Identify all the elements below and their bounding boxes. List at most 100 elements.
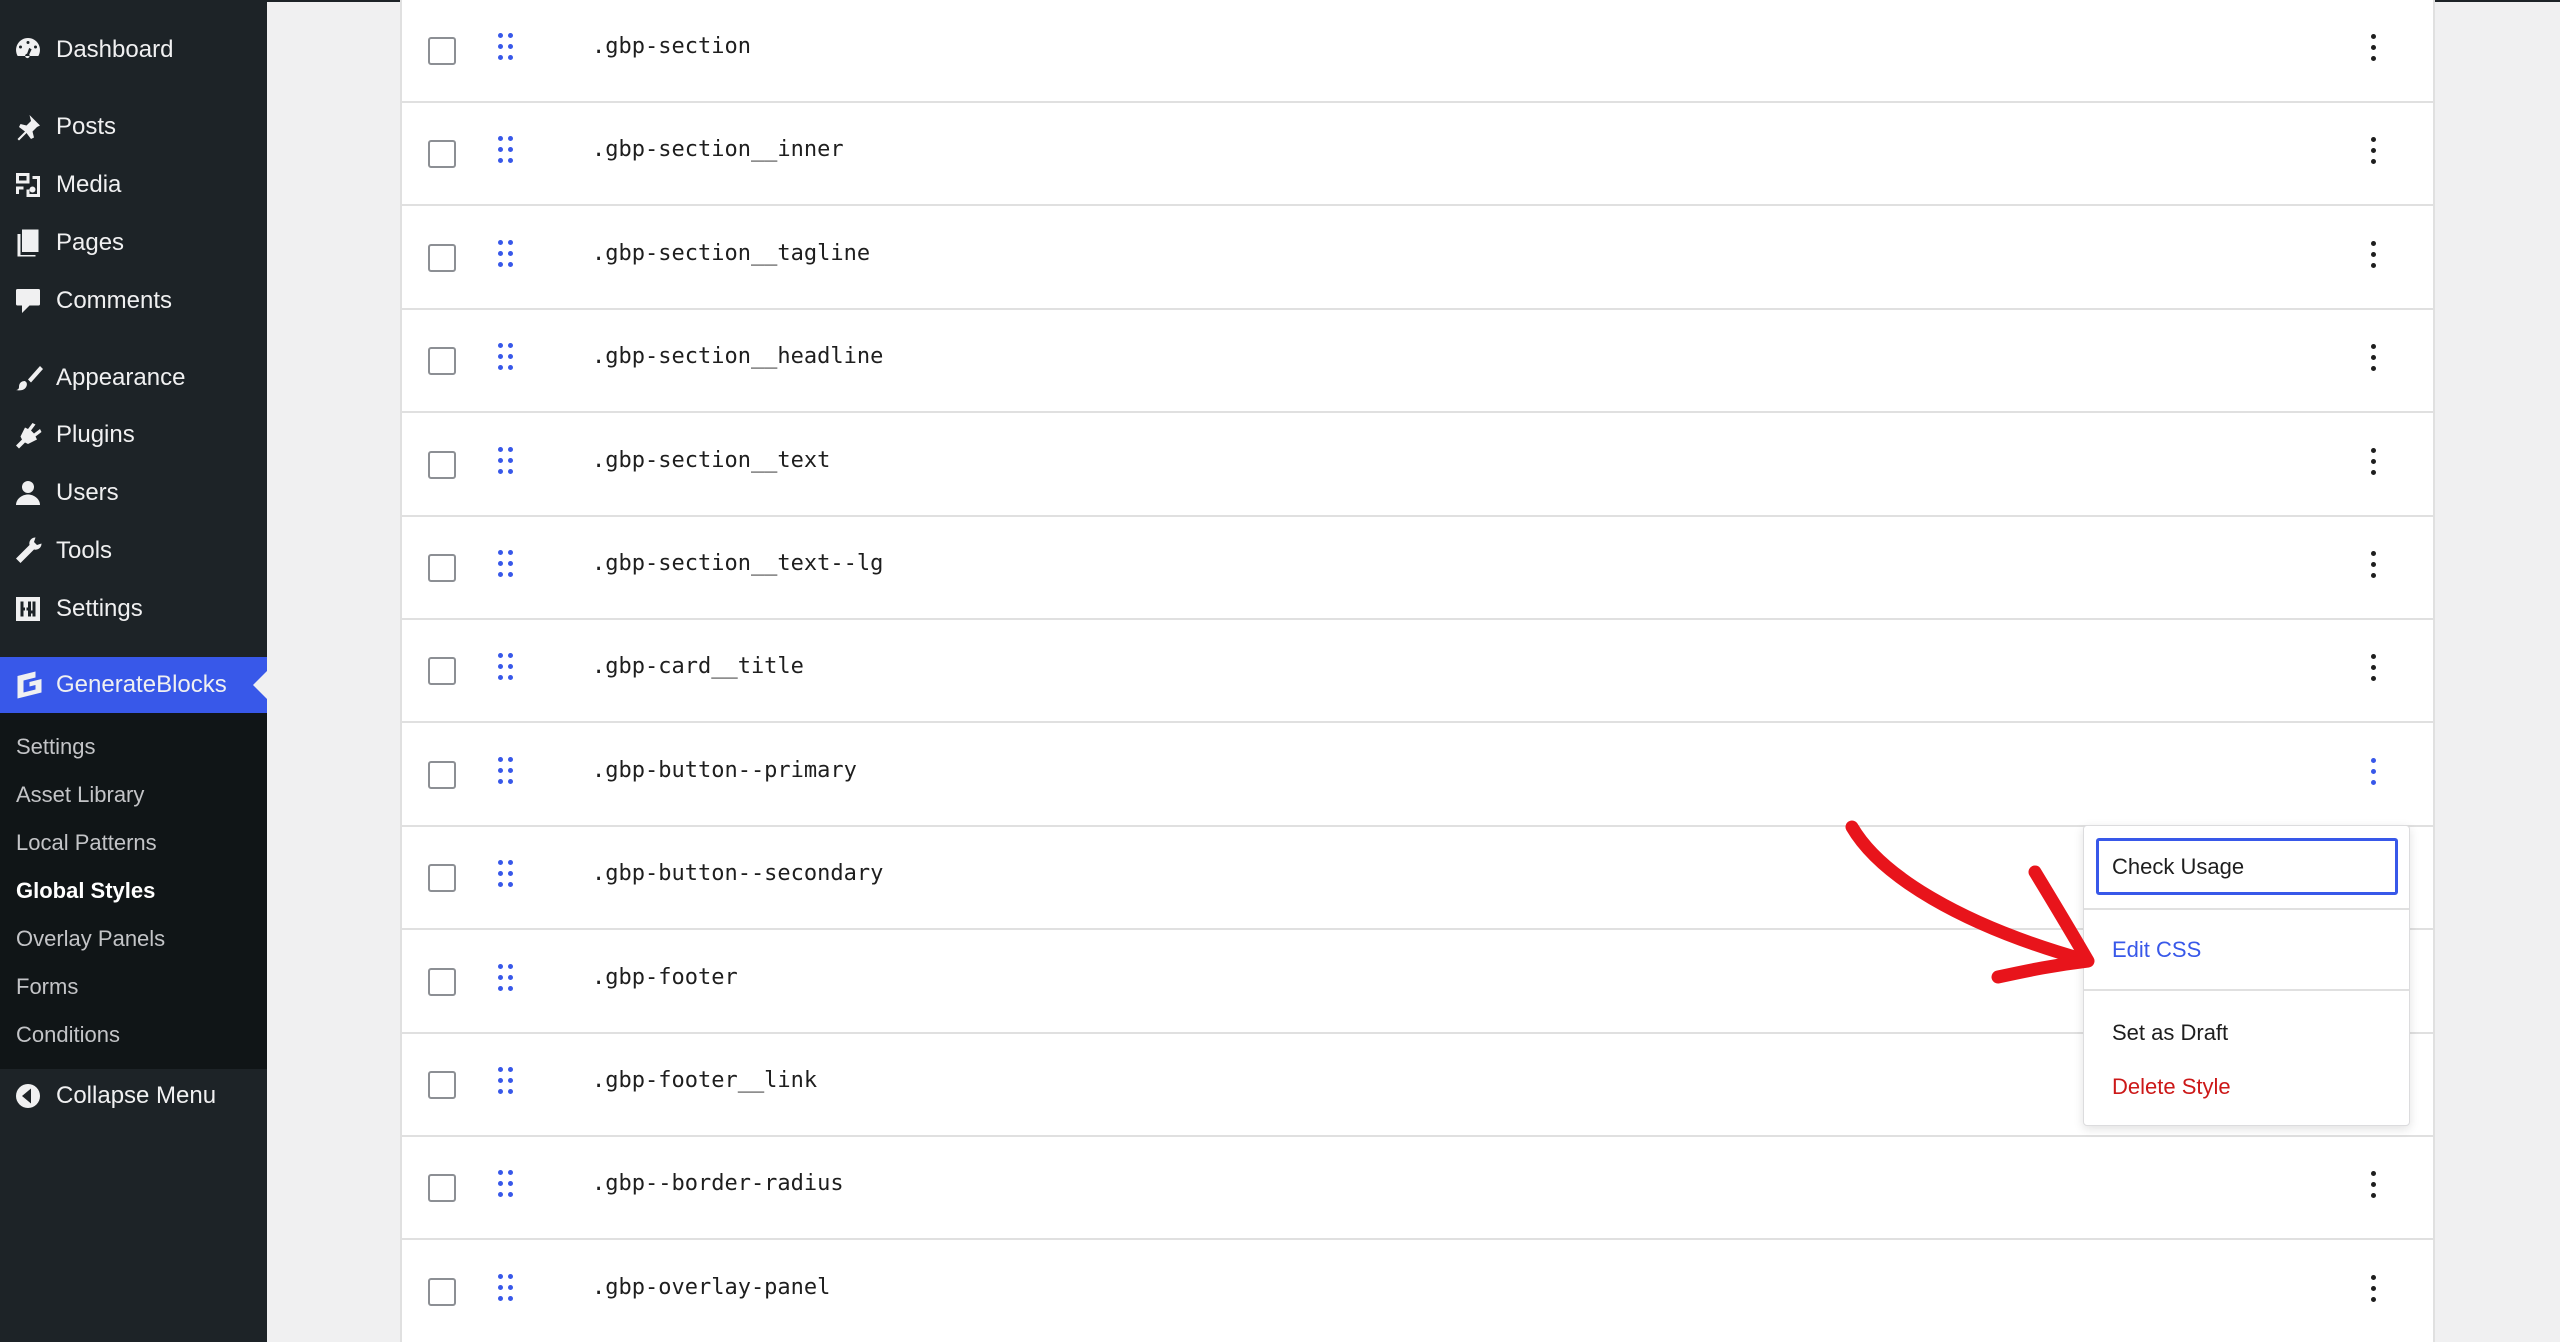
submenu-item-settings[interactable]: Settings — [16, 734, 96, 760]
row-actions-kebab-icon[interactable] — [2367, 448, 2379, 478]
row-checkbox[interactable] — [428, 968, 456, 996]
style-selector-name[interactable]: .gbp-footer__link — [592, 1068, 817, 1093]
collapse-menu-button[interactable]: Collapse Menu — [0, 1068, 267, 1124]
generateblocks-submenu: Settings Asset Library Local Patterns Gl… — [0, 713, 267, 1069]
style-row: .gbp-section__tagline — [402, 207, 2433, 310]
user-icon — [0, 465, 56, 521]
submenu-item-asset-library[interactable]: Asset Library — [16, 782, 144, 808]
row-checkbox[interactable] — [428, 761, 456, 789]
style-actions-dropdown: Check Usage Edit CSS Set as Draft Delete… — [2083, 825, 2410, 1126]
row-checkbox[interactable] — [428, 1071, 456, 1099]
style-selector-name[interactable]: .gbp--border-radius — [592, 1171, 844, 1196]
menu-item-settings[interactable]: Settings — [0, 581, 267, 637]
sliders-icon — [0, 581, 56, 637]
row-actions-kebab-icon[interactable] — [2367, 34, 2379, 64]
style-selector-name[interactable]: .gbp-button--primary — [592, 758, 857, 783]
drag-handle-icon[interactable] — [498, 757, 516, 787]
menu-item-dashboard[interactable]: Dashboard — [0, 22, 267, 78]
drag-handle-icon[interactable] — [498, 447, 516, 477]
drag-handle-icon[interactable] — [498, 1274, 516, 1304]
menu-item-posts[interactable]: Posts — [0, 99, 267, 155]
drag-handle-icon[interactable] — [498, 550, 516, 580]
drag-handle-icon[interactable] — [498, 136, 516, 166]
submenu-item-conditions[interactable]: Conditions — [16, 1022, 120, 1048]
row-actions-kebab-icon[interactable] — [2367, 1275, 2379, 1305]
pin-icon — [0, 99, 56, 155]
row-actions-kebab-icon[interactable] — [2367, 344, 2379, 374]
row-actions-kebab-icon[interactable] — [2367, 551, 2379, 581]
row-actions-kebab-icon[interactable] — [2367, 758, 2379, 788]
collapse-icon — [0, 1068, 56, 1124]
style-selector-name[interactable]: .gbp-section__text — [592, 448, 830, 473]
drag-handle-icon[interactable] — [498, 1067, 516, 1097]
submenu-item-global-styles[interactable]: Global Styles — [16, 878, 155, 904]
menu-label: Collapse Menu — [56, 1082, 217, 1109]
style-row: .gbp-section__text — [402, 414, 2433, 517]
row-checkbox[interactable] — [428, 864, 456, 892]
submenu-item-overlay-panels[interactable]: Overlay Panels — [16, 926, 165, 952]
pages-icon — [0, 215, 56, 271]
style-selector-name[interactable]: .gbp-section__text--lg — [592, 551, 883, 576]
dropdown-separator — [2084, 989, 2409, 991]
global-styles-table: .gbp-section .gbp-section__inner .gbp-sect… — [400, 0, 2435, 1342]
row-checkbox[interactable] — [428, 347, 456, 375]
menu-label: Tools — [56, 537, 113, 564]
edit-css-item[interactable]: Edit CSS — [2112, 937, 2201, 963]
menu-item-appearance[interactable]: Appearance — [0, 350, 267, 406]
row-actions-kebab-icon[interactable] — [2367, 241, 2379, 271]
submenu-item-forms[interactable]: Forms — [16, 974, 78, 1000]
dashboard-icon — [0, 22, 56, 78]
style-selector-name[interactable]: .gbp-section__tagline — [592, 241, 870, 266]
drag-handle-icon[interactable] — [498, 343, 516, 373]
media-icon — [0, 157, 56, 213]
row-checkbox[interactable] — [428, 140, 456, 168]
set-as-draft-item[interactable]: Set as Draft — [2112, 1020, 2228, 1046]
row-checkbox[interactable] — [428, 554, 456, 582]
row-checkbox[interactable] — [428, 1278, 456, 1306]
style-selector-name[interactable]: .gbp-section__inner — [592, 137, 844, 162]
drag-handle-icon[interactable] — [498, 860, 516, 890]
menu-item-users[interactable]: Users — [0, 465, 267, 521]
menu-item-comments[interactable]: Comments — [0, 273, 267, 329]
style-selector-name[interactable]: .gbp-section — [592, 34, 751, 59]
admin-sidebar: Dashboard Posts Media Pages Comments App… — [0, 0, 267, 1342]
row-checkbox[interactable] — [428, 451, 456, 479]
row-checkbox[interactable] — [428, 37, 456, 65]
plug-icon — [0, 407, 56, 463]
row-actions-kebab-icon[interactable] — [2367, 1171, 2379, 1201]
menu-item-pages[interactable]: Pages — [0, 215, 267, 271]
comment-icon — [0, 273, 56, 329]
style-selector-name[interactable]: .gbp-footer — [592, 965, 738, 990]
menu-item-media[interactable]: Media — [0, 157, 267, 213]
drag-handle-icon[interactable] — [498, 653, 516, 683]
menu-item-plugins[interactable]: Plugins — [0, 407, 267, 463]
row-checkbox[interactable] — [428, 1174, 456, 1202]
drag-handle-icon[interactable] — [498, 33, 516, 63]
menu-item-generateblocks[interactable]: GenerateBlocks — [0, 657, 267, 713]
check-usage-item[interactable]: Check Usage — [2096, 838, 2398, 895]
style-row: .gbp-card__title — [402, 620, 2433, 723]
drag-handle-icon[interactable] — [498, 964, 516, 994]
row-actions-kebab-icon[interactable] — [2367, 654, 2379, 684]
submenu-item-local-patterns[interactable]: Local Patterns — [16, 830, 157, 856]
style-selector-name[interactable]: .gbp-overlay-panel — [592, 1275, 830, 1300]
menu-label: Posts — [56, 113, 117, 140]
menu-label: Dashboard — [56, 36, 174, 63]
style-selector-name[interactable]: .gbp-button--secondary — [592, 861, 883, 886]
style-row: .gbp-section__inner — [402, 103, 2433, 206]
menu-label: Media — [56, 171, 122, 198]
row-actions-kebab-icon[interactable] — [2367, 137, 2379, 167]
drag-handle-icon[interactable] — [498, 1170, 516, 1200]
row-checkbox[interactable] — [428, 657, 456, 685]
menu-item-tools[interactable]: Tools — [0, 523, 267, 579]
brush-icon — [0, 350, 56, 406]
style-row: .gbp-overlay-panel — [402, 1241, 2433, 1342]
wrench-icon — [0, 523, 56, 579]
menu-label: Comments — [56, 287, 173, 314]
style-row: .gbp-section — [402, 0, 2433, 103]
delete-style-item[interactable]: Delete Style — [2112, 1074, 2231, 1100]
drag-handle-icon[interactable] — [498, 240, 516, 270]
style-selector-name[interactable]: .gbp-section__headline — [592, 344, 883, 369]
row-checkbox[interactable] — [428, 244, 456, 272]
style-selector-name[interactable]: .gbp-card__title — [592, 654, 804, 679]
